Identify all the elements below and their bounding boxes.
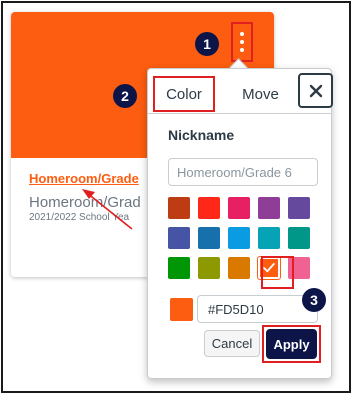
annotation-arrow (82, 189, 133, 230)
step-badge-2: 2 (113, 84, 137, 108)
step-badge-1: 1 (195, 32, 219, 56)
step-badge-3: 3 (302, 288, 326, 312)
